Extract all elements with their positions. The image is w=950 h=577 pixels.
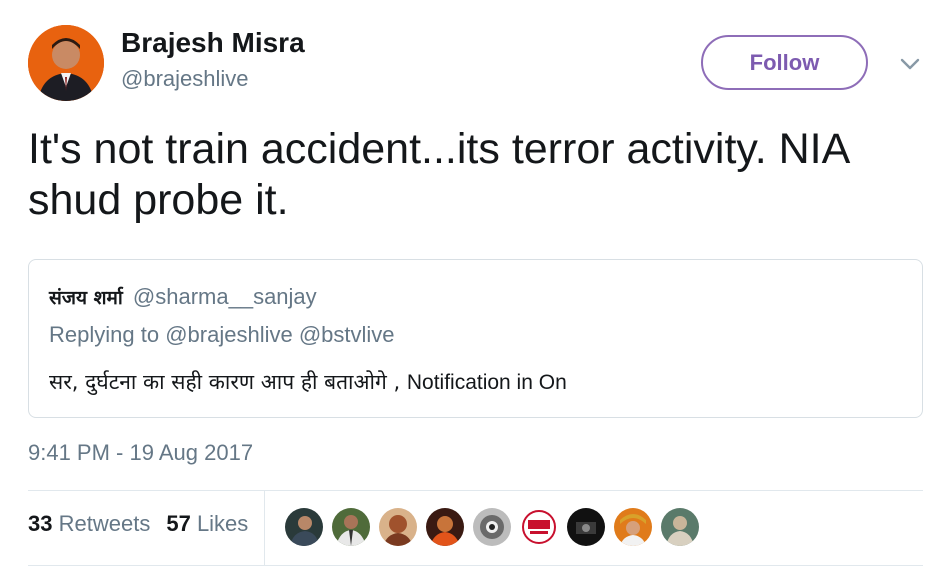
likes-label: Likes	[196, 511, 249, 536]
tweet-text: It's not train accident...its terror act…	[28, 125, 848, 224]
quoted-tweet-text: सर, दुर्घटना का सही कारण आप ही बताओगे , …	[49, 368, 567, 396]
likes-stat[interactable]: 57 Likes	[166, 511, 248, 537]
retweets-label: Retweets	[58, 511, 151, 536]
likes-count: 57	[166, 511, 191, 536]
reply-mention-2[interactable]: @bstvlive	[299, 322, 395, 347]
liker-avatar-1[interactable]	[284, 507, 324, 547]
replying-to-label: Replying to	[49, 322, 160, 347]
liker-avatar-7[interactable]	[566, 507, 606, 547]
liker-avatar-4[interactable]	[425, 507, 465, 547]
quoted-tweet-text-hindi: सर, दुर्घटना का सही कारण आप ही बताओगे ,	[49, 370, 401, 394]
quoted-author-handle: @sharma__sanjay	[132, 284, 317, 309]
liker-avatar-6[interactable]	[519, 507, 559, 547]
quoted-author-name: संजय शर्मा	[49, 287, 123, 309]
stats-divider	[264, 491, 265, 565]
follow-button[interactable]: Follow	[701, 35, 868, 90]
divider-top	[28, 490, 923, 491]
chevron-down-icon[interactable]	[896, 50, 924, 78]
retweets-stat[interactable]: 33 Retweets	[28, 511, 150, 537]
divider-bottom	[28, 565, 923, 566]
author-avatar[interactable]	[28, 25, 104, 101]
engagement-stats: 33 Retweets 57 Likes	[28, 511, 248, 537]
replying-to-line: Replying to @brajeshlive @bstvlive	[49, 322, 395, 348]
liker-avatar-9[interactable]	[660, 507, 700, 547]
author-handle[interactable]: @brajeshlive	[121, 66, 249, 92]
liker-avatar-5[interactable]	[472, 507, 512, 547]
retweets-count: 33	[28, 511, 53, 536]
liker-avatar-8[interactable]	[613, 507, 653, 547]
quoted-tweet-text-latin: Notification in On	[406, 371, 567, 394]
quoted-tweet-header: संजय शर्मा @sharma__sanjay	[49, 284, 317, 310]
liker-avatar-2[interactable]	[331, 507, 371, 547]
author-name[interactable]: Brajesh Misra	[121, 27, 305, 59]
tweet-timestamp[interactable]: 9:41 PM - 19 Aug 2017	[28, 440, 253, 466]
liker-avatar-3[interactable]	[378, 507, 418, 547]
quoted-tweet[interactable]: संजय शर्मा @sharma__sanjay Replying to @…	[28, 259, 923, 418]
reply-mention-1[interactable]: @brajeshlive	[165, 322, 293, 347]
